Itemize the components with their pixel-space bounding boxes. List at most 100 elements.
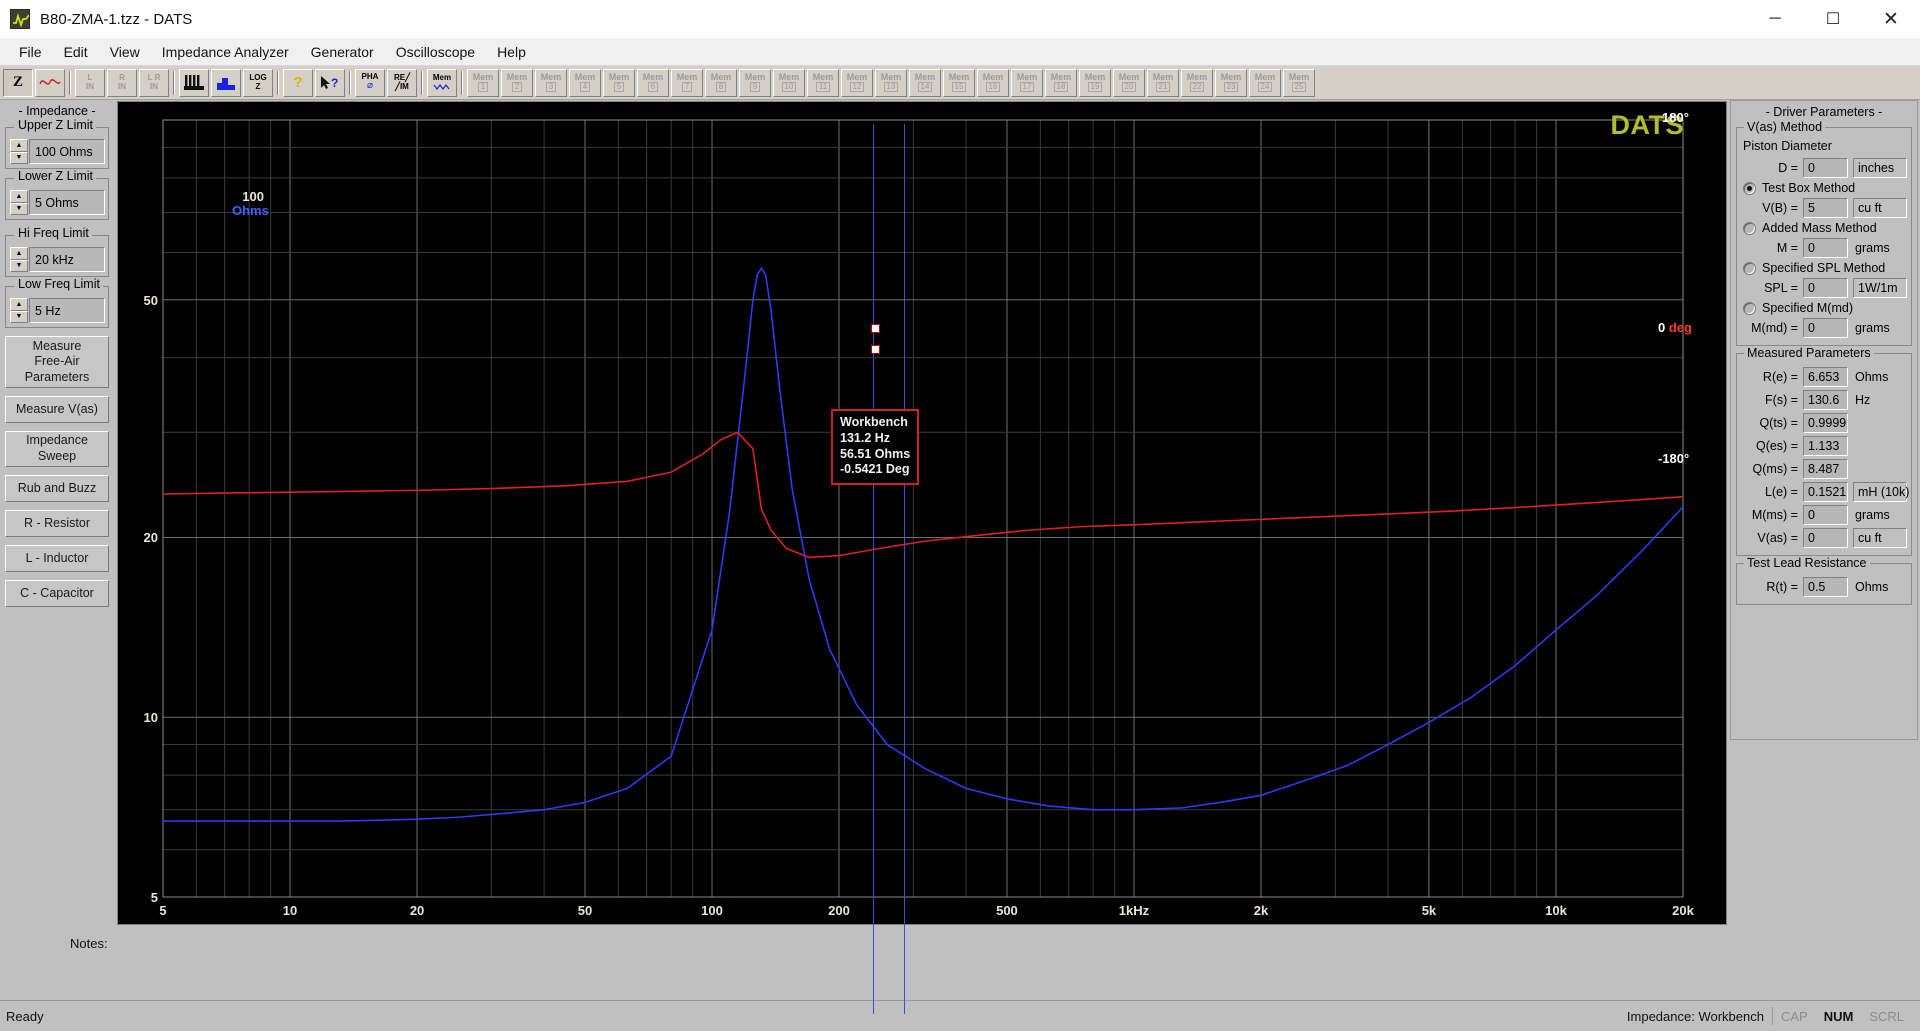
hi-freq-limit-input[interactable]: 20 kHz bbox=[29, 247, 105, 272]
memory-slot-22-button[interactable]: Mem 22 bbox=[1181, 68, 1213, 97]
maximize-button[interactable]: ☐ bbox=[1804, 0, 1862, 38]
specified-mmd-radio-row[interactable]: Specified M(md) bbox=[1743, 301, 1907, 315]
measure-vas-button[interactable]: Measure V(as) bbox=[5, 396, 109, 423]
qts-field[interactable]: 0.9999 bbox=[1803, 412, 1848, 433]
memory-slot-17-button[interactable]: Mem 17 bbox=[1011, 68, 1043, 97]
low-freq-limit-input[interactable]: 5 Hz bbox=[29, 298, 105, 323]
specified-spl-method-radio[interactable] bbox=[1743, 261, 1756, 275]
upper-z-limit-decrement[interactable]: ▼ bbox=[10, 151, 28, 164]
menu-view[interactable]: View bbox=[99, 40, 151, 64]
l-inductor-button[interactable]: L - Inductor bbox=[5, 545, 109, 572]
added-mass-field[interactable]: 0 bbox=[1803, 237, 1848, 258]
low-freq-limit-decrement[interactable]: ▼ bbox=[10, 310, 28, 323]
piston-diameter-field[interactable]: 0 bbox=[1803, 157, 1848, 178]
re-im-button[interactable]: RE╱ ╱IM bbox=[387, 68, 417, 97]
memory-slot-7-button[interactable]: Mem 7 bbox=[671, 68, 703, 97]
vas-field[interactable]: 0 bbox=[1803, 527, 1848, 548]
measure-free-air-parameters-button[interactable]: Measure Free-Air Parameters bbox=[5, 336, 109, 388]
memory-slot-18-button[interactable]: Mem 18 bbox=[1045, 68, 1077, 97]
memory-slot-20-button[interactable]: Mem 20 bbox=[1113, 68, 1145, 97]
specified-mmd-radio[interactable] bbox=[1743, 301, 1756, 315]
hi-freq-limit-decrement[interactable]: ▼ bbox=[10, 259, 28, 272]
close-button[interactable]: ✕ bbox=[1862, 0, 1920, 38]
memory-slot-13-button[interactable]: Mem 13 bbox=[875, 68, 907, 97]
memory-slot-1-button[interactable]: Mem 1 bbox=[467, 68, 499, 97]
impedance-sweep-button[interactable]: Impedance Sweep bbox=[5, 431, 109, 467]
lower-z-limit-decrement[interactable]: ▼ bbox=[10, 202, 28, 215]
memory-slot-25-button[interactable]: Mem 25 bbox=[1283, 68, 1315, 97]
memory-slot-number: 5 bbox=[613, 81, 625, 93]
memory-slot-14-button[interactable]: Mem 14 bbox=[909, 68, 941, 97]
phase-button[interactable]: PHA ⌀ bbox=[355, 68, 385, 97]
memory-slot-24-button[interactable]: Mem 24 bbox=[1249, 68, 1281, 97]
memory-slot-3-button[interactable]: Mem 3 bbox=[535, 68, 567, 97]
fs-field[interactable]: 130.6 bbox=[1803, 389, 1848, 410]
test-lead-resistance-field[interactable]: 0.5 bbox=[1803, 576, 1848, 597]
memory-slot-6-button[interactable]: Mem 6 bbox=[637, 68, 669, 97]
low-freq-limit-increment[interactable]: ▲ bbox=[10, 298, 28, 311]
specified-spl-method-radio-row[interactable]: Specified SPL Method bbox=[1743, 261, 1907, 275]
sine-wave-button[interactable] bbox=[35, 68, 65, 97]
menu-file[interactable]: File bbox=[8, 40, 53, 64]
memory-slot-16-button[interactable]: Mem 16 bbox=[977, 68, 1009, 97]
menu-edit[interactable]: Edit bbox=[53, 40, 99, 64]
memory-slot-12-button[interactable]: Mem 12 bbox=[841, 68, 873, 97]
hi-freq-limit-increment[interactable]: ▲ bbox=[10, 247, 28, 260]
memory-slot-19-button[interactable]: Mem 19 bbox=[1079, 68, 1111, 97]
hi-freq-limit-spinner[interactable]: ▲ ▼ bbox=[10, 247, 28, 272]
lower-z-limit-input[interactable]: 5 Ohms bbox=[29, 190, 105, 215]
menu-help[interactable]: Help bbox=[486, 40, 537, 64]
upper-z-limit-input[interactable]: 100 Ohms bbox=[29, 139, 105, 164]
c-capacitor-button[interactable]: C - Capacitor bbox=[5, 580, 109, 607]
qms-field[interactable]: 8.487 bbox=[1803, 458, 1848, 479]
memory-slot-8-button[interactable]: Mem 8 bbox=[705, 68, 737, 97]
x-tick-10: 10 bbox=[282, 903, 298, 918]
menu-impedance-analyzer[interactable]: Impedance Analyzer bbox=[151, 40, 300, 64]
qes-field[interactable]: 1.133 bbox=[1803, 435, 1848, 456]
specified-mmd-field[interactable]: 0 bbox=[1803, 317, 1848, 338]
c-capacitor-button-label: C - Capacitor bbox=[20, 585, 94, 600]
mms-field[interactable]: 0 bbox=[1803, 504, 1848, 525]
step-response-button[interactable] bbox=[211, 68, 241, 97]
menu-generator[interactable]: Generator bbox=[300, 40, 385, 64]
memory-slot-4-button[interactable]: Mem 4 bbox=[569, 68, 601, 97]
memory-overlay-button[interactable]: Mem bbox=[427, 68, 457, 97]
upper-z-limit-increment[interactable]: ▲ bbox=[10, 139, 28, 152]
minimize-button[interactable]: ─ bbox=[1746, 0, 1804, 38]
memory-slot-21-button[interactable]: Mem 21 bbox=[1147, 68, 1179, 97]
context-help-button[interactable]: ? bbox=[315, 68, 345, 97]
menu-oscilloscope[interactable]: Oscilloscope bbox=[385, 40, 486, 64]
le-field[interactable]: 0.1521 bbox=[1803, 481, 1848, 502]
added-mass-method-radio-row[interactable]: Added Mass Method bbox=[1743, 221, 1907, 235]
le-field-label: L(e) = bbox=[1764, 484, 1798, 499]
bar-levels-button[interactable] bbox=[179, 68, 209, 97]
memory-slot-9-button[interactable]: Mem 9 bbox=[739, 68, 771, 97]
memory-slot-23-button[interactable]: Mem 23 bbox=[1215, 68, 1247, 97]
memory-slot-11-button[interactable]: Mem 11 bbox=[807, 68, 839, 97]
re-field[interactable]: 6.653 bbox=[1803, 366, 1848, 387]
lower-z-limit-increment[interactable]: ▲ bbox=[10, 190, 28, 203]
test-box-method-radio[interactable] bbox=[1743, 181, 1756, 195]
help-button[interactable]: ? bbox=[283, 68, 313, 97]
memory-slot-2-button[interactable]: Mem 2 bbox=[501, 68, 533, 97]
cursor-readout[interactable]: Workbench 131.2 Hz 56.51 Ohms -0.5421 De… bbox=[831, 409, 920, 485]
test-box-method-radio-row[interactable]: Test Box Method bbox=[1743, 181, 1907, 195]
cursor-marker-impedance[interactable] bbox=[871, 324, 880, 333]
specified-spl-field[interactable]: 0 bbox=[1803, 277, 1848, 298]
lower-z-limit-spinner[interactable]: ▲ ▼ bbox=[10, 190, 28, 215]
upper-z-limit-spinner[interactable]: ▲ ▼ bbox=[10, 139, 28, 164]
cursor-marker-phase[interactable] bbox=[871, 345, 880, 354]
qes-field-unit bbox=[1853, 436, 1907, 456]
memory-slot-5-button[interactable]: Mem 5 bbox=[603, 68, 635, 97]
window-title: B80-ZMA-1.tzz - DATS bbox=[40, 10, 193, 28]
low-freq-limit-spinner[interactable]: ▲ ▼ bbox=[10, 298, 28, 323]
impedance-graph[interactable]: DATS 100 Ohms 50 20 10 5 5 10 20 50 100 200 500 1k… bbox=[117, 101, 1727, 1014]
added-mass-method-radio[interactable] bbox=[1743, 221, 1756, 235]
memory-slot-10-button[interactable]: Mem 10 bbox=[773, 68, 805, 97]
impedance-z-button[interactable]: Z bbox=[3, 68, 33, 97]
log-z-button[interactable]: LOG Z bbox=[243, 68, 273, 97]
memory-slot-15-button[interactable]: Mem 15 bbox=[943, 68, 975, 97]
r-resistor-button[interactable]: R - Resistor bbox=[5, 510, 109, 537]
test-box-volume-field[interactable]: 5 bbox=[1803, 197, 1848, 218]
rub-and-buzz-button[interactable]: Rub and Buzz bbox=[5, 475, 109, 502]
